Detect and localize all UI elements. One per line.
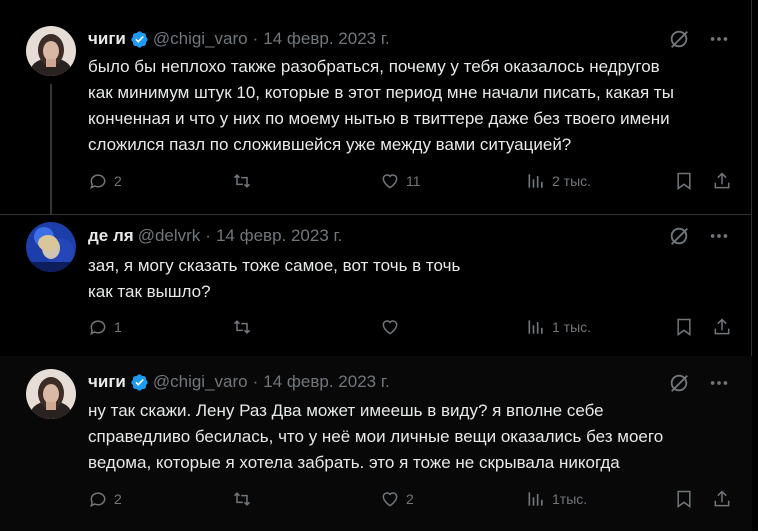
thread-line [50,84,52,215]
tweet-text: зая, я могу сказать тоже самое, вот точь… [88,253,728,305]
share-button[interactable] [712,171,732,191]
reply-count: 2 [114,491,122,507]
views-count: 2 тыс. [552,173,592,189]
retweet-button[interactable] [232,317,258,337]
more-icon[interactable] [708,372,730,394]
username-handle[interactable]: @chigi_varo [153,372,248,392]
retweet-button[interactable] [232,489,258,509]
bookmark-icon [677,490,691,508]
grok-icon[interactable] [668,372,690,394]
timestamp[interactable]: 14 февр. 2023 г. [263,29,389,49]
share-button[interactable] [712,317,732,337]
tweet-text-line: конченная и что у них по моему нытью в т… [88,109,670,128]
tweet-text-line: сложился пазл по сложившейся уже между в… [88,135,572,154]
tweet-text-line: ведома, которые я хотела забрать. это я … [88,453,620,472]
like-count: 11 [406,173,421,189]
reply-icon [90,492,106,508]
like-button[interactable]: 11 [380,171,421,191]
views-count: 1тыс. [552,491,588,507]
views-button[interactable]: 2 тыс. [526,171,591,191]
bookmark-button[interactable] [674,171,694,191]
like-icon [382,174,398,189]
bookmark-button[interactable] [674,317,694,337]
bookmark-icon [677,172,691,190]
tweet-top-actions [668,28,730,50]
share-icon [714,490,730,507]
tweet-actions: 2 11 2 тыс. [88,171,738,195]
tweet-text-line: было бы неплохо также разобраться, почем… [88,57,660,76]
tweet-header: де ля @delvrk · 14 февр. 2023 г. [88,225,342,247]
timestamp[interactable]: 14 февр. 2023 г. [216,226,342,246]
like-button[interactable] [380,317,406,337]
views-button[interactable]: 1 тыс. [526,317,591,337]
like-icon [382,492,398,507]
timeline: чиги @chigi_varo · 14 февр. 2023 г. было… [0,0,752,531]
share-icon [714,172,730,189]
views-icon [528,492,543,506]
reply-count: 2 [114,173,122,189]
separator-dot: · [252,29,259,48]
avatar[interactable] [26,369,76,419]
reply-button[interactable]: 2 [88,489,122,509]
separator-dot: · [205,226,211,245]
tweet[interactable]: чиги @chigi_varo · 14 февр. 2023 г. ну т… [0,356,752,531]
tweet[interactable]: де ля @delvrk · 14 февр. 2023 г. зая, я … [0,215,752,356]
grok-icon[interactable] [668,28,690,50]
reply-button[interactable]: 2 [88,171,122,191]
avatar[interactable] [26,26,76,76]
more-icon[interactable] [708,28,730,50]
tweet-text-line: справедливо бесилась, что у неё мои личн… [88,427,664,446]
bookmark-icon [677,318,691,336]
tweet-header: чиги @chigi_varo · 14 февр. 2023 г. [88,28,390,50]
reply-icon [90,320,106,336]
tweet-text-line: как минимум штук 10, которые в этот пери… [88,83,674,102]
username-handle[interactable]: @delvrk [138,226,201,246]
tweet-actions: 2 2 1тыс. [88,489,738,513]
views-button[interactable]: 1тыс. [526,489,587,509]
like-button[interactable]: 2 [380,489,414,509]
tweet-header: чиги @chigi_varo · 14 февр. 2023 г. [88,371,390,393]
bookmark-button[interactable] [674,489,694,509]
retweet-icon [233,174,251,188]
timestamp[interactable]: 14 февр. 2023 г. [263,372,389,392]
display-name[interactable]: чиги [88,29,126,49]
tweet-text-line: как так вышло? [88,282,211,301]
like-icon [382,320,398,335]
separator-dot: · [252,372,259,391]
display-name[interactable]: де ля [88,226,134,246]
display-name[interactable]: чиги [88,372,126,392]
tweet-text-line: ну так скажи. Лену Раз Два может имеешь … [88,401,604,420]
avatar[interactable] [26,222,76,272]
grok-icon[interactable] [668,225,690,247]
tweet-top-actions [668,225,730,247]
tweet-text: ну так скажи. Лену Раз Два может имеешь … [88,398,728,476]
retweet-button[interactable] [232,171,258,191]
tweet-text-line: зая, я могу сказать тоже самое, вот точь… [88,256,461,275]
reply-count: 1 [114,319,122,335]
views-icon [528,174,543,188]
retweet-icon [233,492,251,506]
like-count: 2 [406,491,414,507]
tweet-actions: 1 1 тыс. [88,317,738,341]
views-icon [528,320,543,334]
tweet-top-actions [668,372,730,394]
more-icon[interactable] [708,225,730,247]
verified-badge-icon [131,30,148,48]
tweet-text: было бы неплохо также разобраться, почем… [88,54,728,158]
share-icon [714,318,730,335]
share-button[interactable] [712,489,732,509]
retweet-icon [233,320,251,334]
username-handle[interactable]: @chigi_varo [153,29,248,49]
views-count: 1 тыс. [552,319,592,335]
reply-icon [90,174,106,190]
tweet[interactable]: чиги @chigi_varo · 14 февр. 2023 г. было… [0,0,752,215]
verified-badge-icon [131,373,148,391]
reply-button[interactable]: 1 [88,317,122,337]
